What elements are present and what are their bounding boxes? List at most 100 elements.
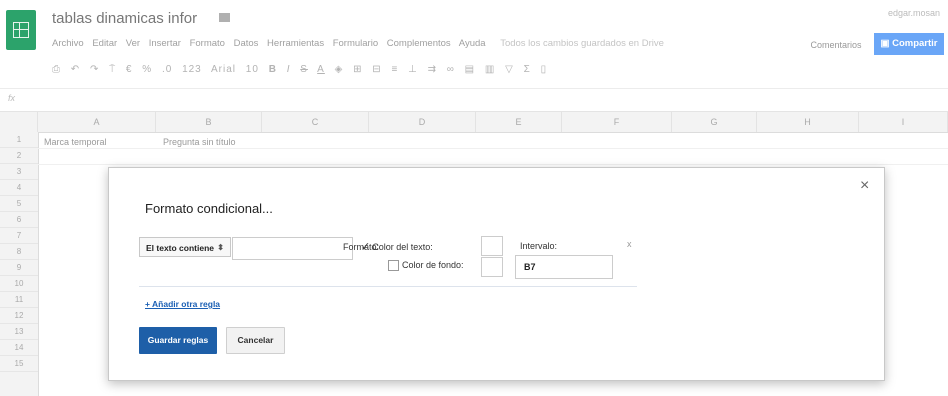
row-header[interactable]: 12 [0, 308, 38, 324]
toolbar: ⎙ ↶ ↷ ⍑ € % .0 123 Arial 10 B I S A ◈ ⊞ … [52, 64, 553, 75]
row-header[interactable]: 14 [0, 340, 38, 356]
number-format-dropdown[interactable]: 123 [182, 64, 202, 75]
row-header[interactable]: 6 [0, 212, 38, 228]
dialog-title: Formato condicional... [145, 201, 273, 216]
select-all-corner[interactable] [0, 112, 38, 132]
cell-a1[interactable]: Marca temporal [44, 137, 107, 147]
functions-icon[interactable]: Σ [524, 64, 531, 75]
folder-icon[interactable] [219, 13, 230, 22]
menu-ver[interactable]: Ver [126, 38, 140, 49]
close-icon[interactable]: × [860, 178, 869, 194]
gridline [38, 148, 948, 149]
filter-icon[interactable]: ▽ [505, 64, 514, 75]
row-header[interactable]: 7 [0, 228, 38, 244]
column-header-i[interactable]: I [859, 112, 948, 132]
column-header-g[interactable]: G [672, 112, 757, 132]
row-header[interactable]: 13 [0, 324, 38, 340]
row-header[interactable]: 11 [0, 292, 38, 308]
menu-editar[interactable]: Editar [92, 38, 117, 49]
gridline [38, 164, 948, 165]
menu-insertar[interactable]: Insertar [149, 38, 181, 49]
menu-complementos[interactable]: Complementos [387, 38, 451, 49]
undo-icon[interactable]: ↶ [71, 64, 80, 75]
column-headers: A B C D E F G H I [0, 112, 948, 133]
row-header[interactable]: 15 [0, 356, 38, 372]
redo-icon[interactable]: ↷ [90, 64, 99, 75]
menu-datos[interactable]: Datos [234, 38, 259, 49]
italic-icon[interactable]: I [287, 64, 291, 75]
row-header[interactable]: 10 [0, 276, 38, 292]
save-rules-button[interactable]: Guardar reglas [139, 327, 217, 354]
menu-formulario[interactable]: Formulario [333, 38, 378, 49]
cell-b1[interactable]: Pregunta sin título [163, 137, 236, 147]
wrap-icon[interactable]: ⇉ [428, 64, 437, 75]
bg-color-label: Color de fondo: [402, 260, 464, 270]
menu-ayuda[interactable]: Ayuda [459, 38, 486, 49]
decimal-icon[interactable]: .0 [162, 64, 172, 75]
row-header[interactable]: 8 [0, 244, 38, 260]
column-header-c[interactable]: C [262, 112, 369, 132]
text-color-label: Color del texto: [372, 242, 433, 252]
updown-icon: ⬍ [217, 243, 224, 252]
menu-formato[interactable]: Formato [190, 38, 225, 49]
menu-herramientas[interactable]: Herramientas [267, 38, 324, 49]
row-header[interactable]: 2 [0, 148, 38, 164]
menu-bar: Archivo Editar Ver Insertar Formato Dato… [52, 38, 670, 49]
font-size-dropdown[interactable]: 10 [246, 64, 259, 75]
percent-icon[interactable]: % [142, 64, 152, 75]
font-dropdown[interactable]: Arial [211, 64, 236, 75]
row-header[interactable]: 5 [0, 196, 38, 212]
valign-icon[interactable]: ⊥ [408, 64, 418, 75]
range-input[interactable]: B7 [515, 255, 613, 279]
fx-icon: fx [8, 93, 16, 103]
comments-button[interactable]: Comentarios [806, 35, 866, 55]
column-header-b[interactable]: B [156, 112, 262, 132]
borders-icon[interactable]: ⊞ [353, 64, 362, 75]
row-header[interactable]: 3 [0, 164, 38, 180]
rule-type-value: El texto contiene [146, 243, 215, 253]
text-color-swatch[interactable] [481, 236, 503, 256]
link-icon[interactable]: ∞ [447, 64, 455, 75]
formula-bar[interactable] [0, 88, 948, 112]
input-tools-icon[interactable]: ▯ [541, 64, 548, 75]
column-header-f[interactable]: F [562, 112, 672, 132]
add-rule-link[interactable]: + Añadir otra regla [145, 299, 220, 309]
document-title[interactable]: tablas dinamicas infor [52, 10, 197, 27]
row-headers: 1 2 3 4 5 6 7 8 9 10 11 12 13 14 15 [0, 132, 39, 396]
range-label: Intervalo: [520, 241, 558, 251]
bold-icon[interactable]: B [269, 64, 277, 75]
column-header-h[interactable]: H [757, 112, 859, 132]
cancel-button[interactable]: Cancelar [226, 327, 285, 354]
checkmark-icon: ✓ [361, 241, 371, 253]
row-header[interactable]: 4 [0, 180, 38, 196]
currency-icon[interactable]: € [126, 64, 133, 75]
bg-color-checkbox[interactable]: Color de fondo: [388, 260, 464, 272]
print-icon[interactable]: ⎙ [52, 64, 61, 75]
merge-icon[interactable]: ⊟ [372, 64, 381, 75]
row-header[interactable]: 1 [0, 132, 38, 148]
rule-type-select[interactable]: El texto contiene ⬍ [139, 237, 231, 257]
lock-icon: ▣ [880, 38, 893, 49]
menu-archivo[interactable]: Archivo [52, 38, 84, 49]
divider [139, 286, 637, 287]
chart-icon[interactable]: ▥ [485, 64, 495, 75]
remove-rule-icon[interactable]: x [627, 239, 632, 249]
text-color-checkbox[interactable]: ✓ Color del texto: [361, 240, 433, 253]
sheets-grid-icon [13, 22, 29, 38]
rule-value-input[interactable] [232, 237, 353, 260]
share-label: Compartir [892, 38, 938, 49]
column-header-e[interactable]: E [476, 112, 562, 132]
align-icon[interactable]: ≡ [391, 64, 398, 75]
share-button[interactable]: ▣ Compartir [874, 33, 944, 55]
fill-color-icon[interactable]: ◈ [335, 64, 344, 75]
paint-format-icon[interactable]: ⍑ [109, 64, 116, 75]
strikethrough-icon[interactable]: S [300, 64, 308, 75]
column-header-a[interactable]: A [38, 112, 156, 132]
bg-color-swatch[interactable] [481, 257, 503, 277]
comment-icon[interactable]: ▤ [465, 64, 475, 75]
user-account[interactable]: edgar.mosan [888, 8, 940, 18]
column-header-d[interactable]: D [369, 112, 476, 132]
save-status: Todos los cambios guardados en Drive [500, 38, 664, 49]
row-header[interactable]: 9 [0, 260, 38, 276]
text-color-icon[interactable]: A [317, 64, 325, 75]
